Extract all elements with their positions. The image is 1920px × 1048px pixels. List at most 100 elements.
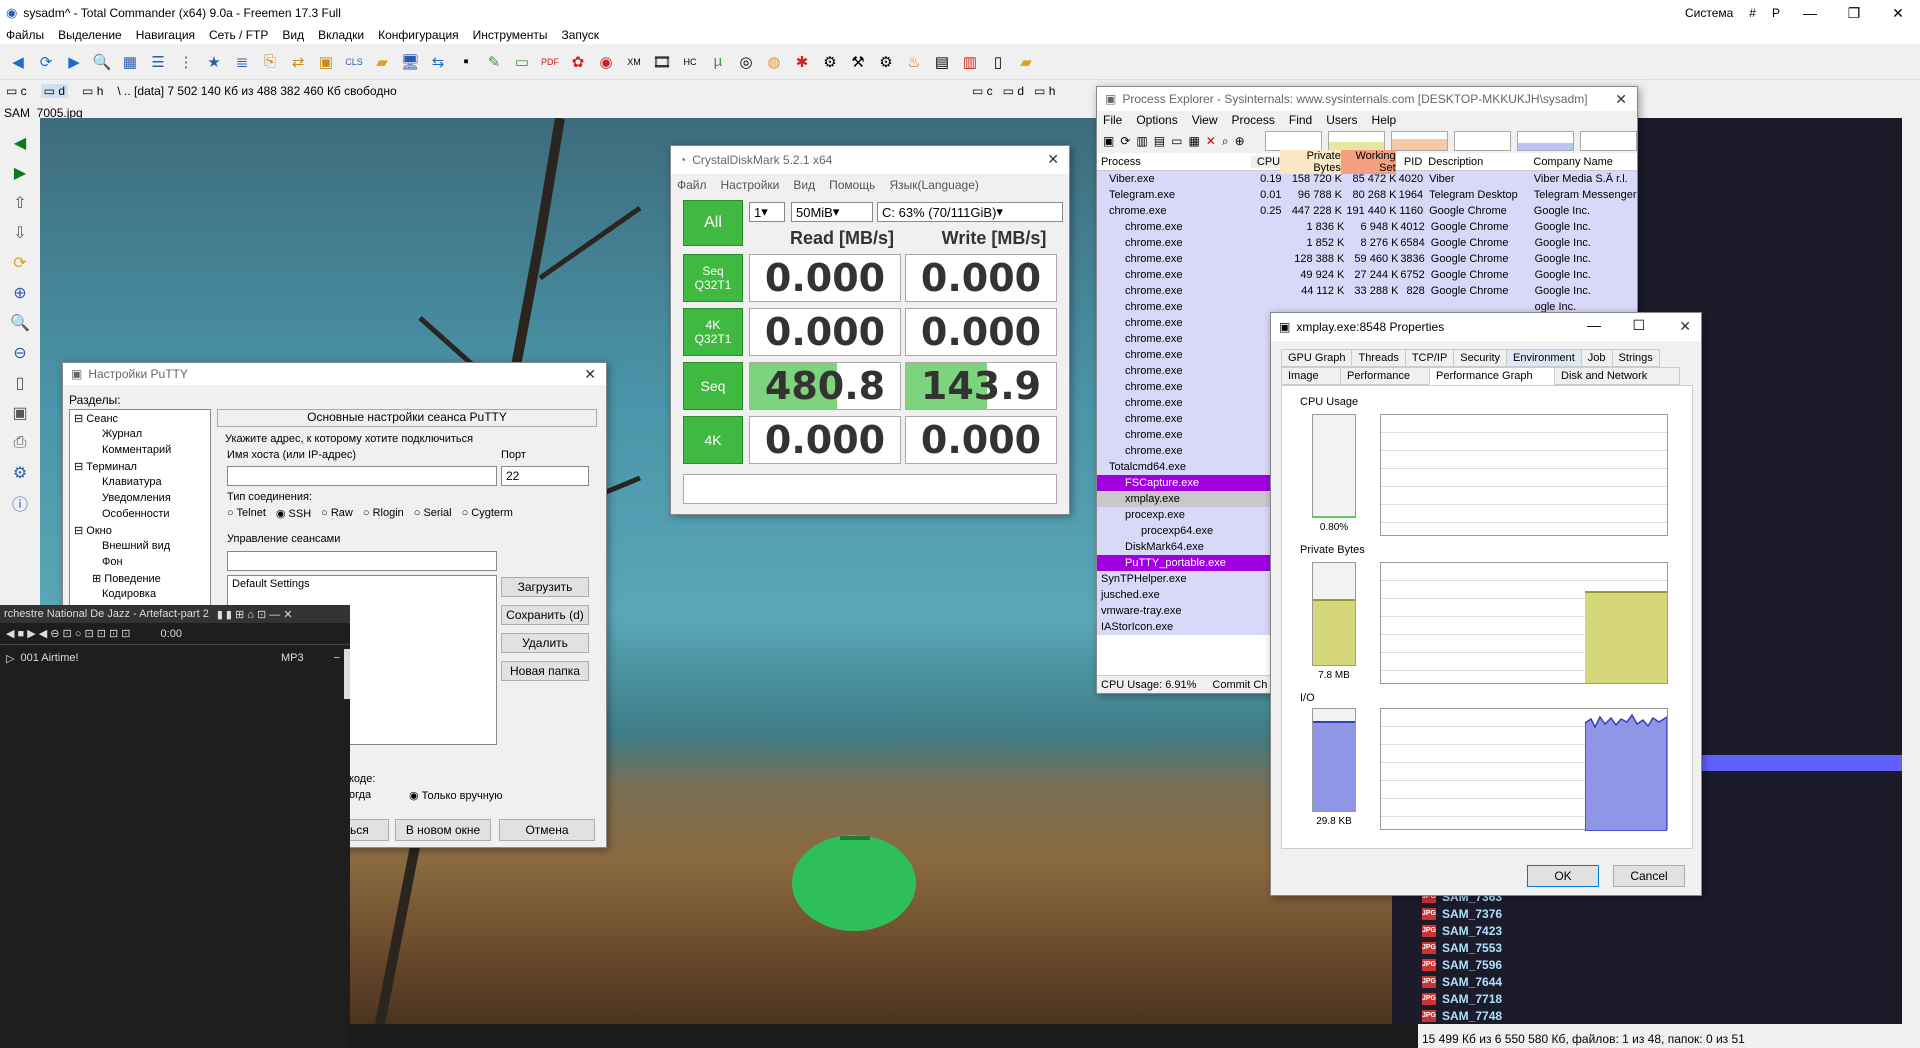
xmplay-buttons-icon[interactable]: ◀ ■ ▶ ◀ ⊖ ⊡ ○ ⊡ ⊡ ⊡ ⊡ — [6, 627, 131, 640]
disc-icon[interactable]: ◎ — [734, 50, 758, 74]
eye-icon[interactable]: ◉ — [594, 50, 618, 74]
col-company[interactable]: Company Name — [1533, 156, 1637, 168]
cdm-close-icon[interactable]: ✕ — [1047, 151, 1059, 168]
col-cpu[interactable]: CPU — [1250, 155, 1281, 168]
next-arrow-icon[interactable]: ▶ — [7, 160, 33, 186]
terminal-icon[interactable]: ▪ — [454, 50, 478, 74]
tree-behaviour[interactable]: ⊞ Поведение — [74, 572, 206, 588]
radio-telnet[interactable]: ○ Telnet — [227, 507, 266, 520]
menu-view[interactable]: Вид — [282, 28, 304, 42]
tree-background[interactable]: Фон — [74, 556, 206, 572]
maximize-button[interactable]: ❐ — [1832, 5, 1876, 22]
teamviewer-icon[interactable]: ⇆ — [426, 50, 450, 74]
rotate-icon[interactable]: ⟳ — [7, 250, 33, 276]
radio-ssh[interactable]: ◉ SSH — [276, 507, 311, 520]
tab-job[interactable]: Job — [1580, 349, 1613, 367]
menu-select[interactable]: Выделение — [58, 28, 122, 42]
tree-appearance[interactable]: Внешний вид — [74, 540, 206, 556]
properties-icon[interactable]: ▤ — [1154, 134, 1165, 148]
process-row[interactable]: chrome.exe 1 852 K 8 276 K 6584 Google Chrom… — [1097, 235, 1637, 251]
net-graph-mini[interactable] — [1516, 131, 1574, 151]
cdm-drive-select[interactable]: C: 63% (70/111GiB) ▾ — [877, 202, 1063, 222]
props-ok-button[interactable]: OK — [1527, 865, 1599, 887]
new-file-icon[interactable]: ▯ — [986, 50, 1010, 74]
pe-menu-file[interactable]: File — [1103, 113, 1122, 127]
back-arrow-icon[interactable]: ◀ — [6, 50, 30, 74]
tab-disk-network[interactable]: Disk and Network — [1554, 367, 1680, 385]
props-close-icon[interactable]: ✕ — [1679, 318, 1691, 335]
props-cancel-button[interactable]: Cancel — [1613, 865, 1685, 887]
notepad-icon[interactable]: ✎ — [482, 50, 506, 74]
cdm-seq-button[interactable]: Seq — [683, 362, 743, 410]
right-panel-scrollbar[interactable] — [1902, 102, 1920, 1024]
fire-icon[interactable]: ♨ — [902, 50, 926, 74]
find-icon[interactable]: ⌕ — [1222, 134, 1229, 149]
tree-comment[interactable]: Комментарий — [74, 444, 206, 460]
tree-encoding[interactable]: Кодировка — [74, 588, 206, 604]
panel-icon[interactable]: ▤ — [930, 50, 954, 74]
pe-menu-options[interactable]: Options — [1136, 113, 1177, 127]
commit-graph-mini[interactable] — [1327, 131, 1385, 151]
tree-view-icon[interactable]: ⋮ — [174, 50, 198, 74]
cdm-menu-help[interactable]: Помощь — [829, 178, 875, 192]
info-icon[interactable]: ⓘ — [7, 490, 33, 516]
putty-save-button[interactable]: Сохранить (d) — [501, 605, 589, 625]
pe-menu-find[interactable]: Find — [1289, 113, 1312, 127]
process-row[interactable]: chrome.exe 0.25 447 228 K 191 440 K 1160 Goog… — [1097, 203, 1637, 219]
file-row[interactable]: JPG SAM_7376 — [1418, 905, 1898, 922]
menu-net-ftp[interactable]: Сеть / FTP — [209, 28, 268, 42]
radio-raw[interactable]: ○ Raw — [321, 507, 353, 520]
pe-menu-view[interactable]: View — [1192, 113, 1218, 127]
putty-cancel-button[interactable]: Отмена — [499, 819, 595, 841]
putty-host-input[interactable] — [227, 466, 497, 486]
list-icon[interactable]: ≣ — [230, 50, 254, 74]
gpu-graph-mini[interactable] — [1579, 131, 1638, 151]
cpu-graph-mini[interactable] — [1264, 131, 1322, 151]
file-row[interactable]: JPG SAM_7423 — [1418, 922, 1898, 939]
putty-manual-radio[interactable]: ◉ Только вручную — [409, 789, 503, 802]
drive-c-button[interactable]: ▭ c — [6, 84, 27, 98]
right-drive-buttons[interactable]: ▭ c ▭ d ▭ h — [972, 84, 1055, 98]
sysinfo-icon[interactable]: ▥ — [1136, 134, 1147, 148]
tab-security[interactable]: Security — [1453, 349, 1508, 367]
tab-tcpip[interactable]: TCP/IP — [1404, 349, 1455, 367]
copy-icon[interactable]: ⎘ — [258, 50, 282, 74]
zoom-out-icon[interactable]: ⊖ — [7, 340, 33, 366]
xmplay-track-row[interactable]: ▷ 001 Airtime! MP3 − — [0, 649, 350, 667]
tree-session[interactable]: ⊟ Сеанс — [74, 412, 206, 428]
col-pid[interactable]: PID — [1396, 156, 1422, 168]
pdf-icon[interactable]: PDF — [538, 50, 562, 74]
folder-icon[interactable]: ▰ — [370, 50, 394, 74]
move-icon[interactable]: ⇄ — [286, 50, 310, 74]
io-graph-mini[interactable] — [1453, 131, 1511, 151]
radio-cygterm[interactable]: ○ Cygterm — [462, 507, 513, 520]
menu-launch[interactable]: Запуск — [561, 28, 599, 42]
props-max-icon[interactable]: ☐ — [1632, 317, 1645, 334]
cdm-size-select[interactable]: 50MiB ▾ — [791, 202, 873, 222]
radio-rlogin[interactable]: ○ Rlogin — [363, 507, 404, 520]
pe-menu-help[interactable]: Help — [1372, 113, 1397, 127]
cdm-menu-file[interactable]: Файл — [677, 178, 707, 192]
menu-navigation[interactable]: Навигация — [136, 28, 195, 42]
menu-tools[interactable]: Инструменты — [473, 28, 548, 42]
xmplay-scrollbar[interactable] — [344, 649, 350, 699]
irfan-icon[interactable]: ✿ — [566, 50, 590, 74]
mpc-icon[interactable]: HC — [678, 50, 702, 74]
tree-window[interactable]: ⊟ Окно — [74, 524, 206, 540]
cdm-comment-field[interactable] — [683, 474, 1057, 504]
pe-close-icon[interactable]: ✕ — [1615, 91, 1627, 108]
kill-icon[interactable]: ✕ — [1206, 134, 1216, 148]
putty-delete-button[interactable]: Удалить — [501, 633, 589, 653]
tab-environment[interactable]: Environment — [1506, 349, 1582, 367]
cdm-seq-q32-button[interactable]: Seq Q32T1 — [683, 254, 743, 302]
tab-image[interactable]: Image — [1281, 367, 1341, 385]
network-icon[interactable]: 🖥 — [398, 50, 422, 74]
file-row[interactable]: JPG SAM_7596 — [1418, 956, 1898, 973]
settings-icon[interactable]: ⚙ — [7, 460, 33, 486]
print-icon[interactable]: ⎙ — [7, 430, 33, 456]
tab-gpu-graph[interactable]: GPU Graph — [1281, 349, 1353, 367]
forward-arrow-icon[interactable]: ▶ — [62, 50, 86, 74]
putty-newfolder-button[interactable]: Новая папка — [501, 661, 589, 681]
xmplay-controls-icon[interactable]: ▮ ▮ ⊞ ⌂ ⊡ — ✕ — [217, 608, 293, 621]
tree-notifications[interactable]: Уведомления — [74, 492, 206, 508]
